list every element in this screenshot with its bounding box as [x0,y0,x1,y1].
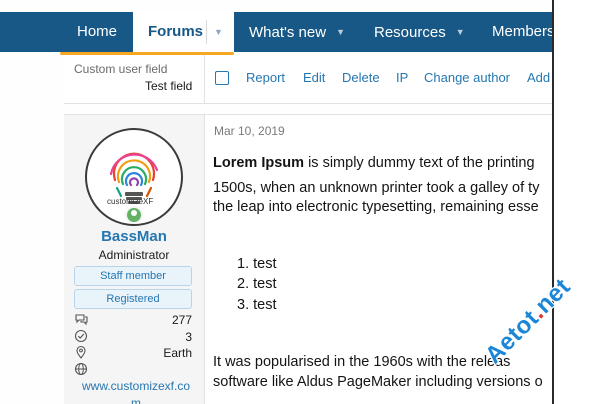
add-link[interactable]: Add [527,70,550,85]
custom-field-value: Test field [145,79,193,93]
paragraph-1-line-1: Lorem Ipsum is simply dummy text of the … [213,155,535,171]
main-navigation: Home Forums ▼ What's new ▼ Resources ▼ Mem… [0,12,552,52]
nav-tab-members-label: Members [492,23,552,40]
paragraph-1-line-3: the leap into electronic typesetting, re… [213,199,539,215]
message-count: 277 [171,313,192,327]
paragraph-2-line-2: software like Aldus PageMaker including … [213,374,543,390]
website-link[interactable]: www.customizexf.co m [74,378,198,404]
custom-field-label: Custom user field [74,62,168,76]
chevron-down-icon[interactable]: ▼ [456,27,465,37]
report-link[interactable]: Report [246,70,285,85]
location-pin-icon [76,345,86,359]
nav-tab-forums[interactable]: Forums ▼ [133,12,234,52]
select-post-checkbox[interactable] [215,71,229,85]
nav-tab-home-label: Home [77,23,118,40]
paragraph-2-line-1: It was popularised in the 1960s with the… [213,354,511,370]
delete-link[interactable]: Delete [342,70,380,85]
avatar-caption: customizeXF [107,197,154,206]
paragraph-1-line-2: 1500s, when an unknown printer took a ga… [213,180,540,196]
list-item: 2. test [237,276,277,292]
nav-tab-resources[interactable]: Resources ▼ [374,12,465,52]
list-item-text: test [253,297,277,313]
list-item: 3. test [237,297,277,313]
user-title: Administrator [98,248,170,262]
nav-tab-forums-label: Forums [148,23,204,40]
reaction-check-icon [74,329,88,343]
list-item: 1. test [237,256,277,272]
change-author-link[interactable]: Change author [424,70,510,85]
chevron-down-icon[interactable]: ▼ [336,27,345,37]
globe-icon [74,362,88,376]
ip-link[interactable]: IP [396,70,408,85]
location-value: Earth [163,346,192,360]
nav-tab-resources-label: Resources [374,24,446,41]
edit-link[interactable]: Edit [303,70,325,85]
staff-member-banner: Staff member [74,266,192,286]
nav-tab-members[interactable]: Members [492,12,552,52]
nav-tab-whats-new-label: What's new [249,24,327,41]
reaction-score: 3 [185,330,192,344]
window-border [552,0,554,404]
website-line-2: m [131,396,141,404]
chevron-down-icon[interactable]: ▼ [214,12,223,52]
window-edge [552,0,589,404]
nav-tab-whats-new[interactable]: What's new ▼ [249,12,345,52]
nav-tab-home[interactable]: Home [77,12,117,52]
registered-banner: Registered [74,289,192,309]
username-link[interactable]: BassMan [64,228,204,245]
list-item-text: test [253,256,277,272]
browser-viewport: Home Forums ▼ What's new ▼ Resources ▼ Mem… [0,0,589,404]
nav-divider [206,20,207,44]
list-item-text: test [253,276,277,292]
lorem-ipsum-bold: Lorem Ipsum [213,155,305,171]
paragraph-1-rest: is simply dummy text of the printing [304,155,535,171]
website-line-1: www.customizexf.co [81,379,191,393]
messages-icon [75,314,88,326]
online-status-icon [125,206,143,224]
post-date[interactable]: Mar 10, 2019 [214,124,285,138]
